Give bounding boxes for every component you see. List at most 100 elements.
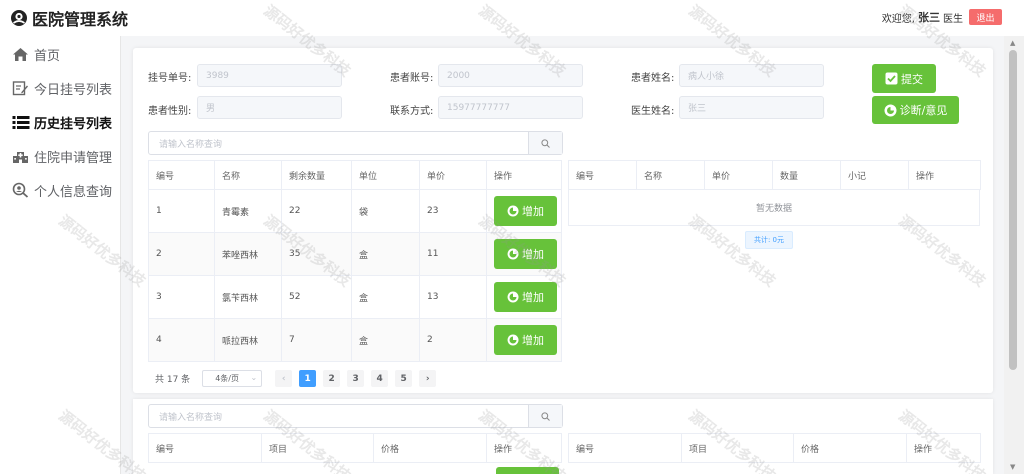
sidebar-item-history-registrations[interactable]: 历史挂号列表 (0, 105, 120, 139)
column-header: 编号 (148, 433, 262, 463)
patient-gender-field[interactable]: 男 (197, 96, 342, 119)
patient-name-label: 患者姓名: (631, 73, 675, 84)
list-icon (12, 114, 30, 130)
medicine-search-box: 请输入名称查询 (148, 131, 563, 155)
column-header: 编号 (568, 433, 682, 463)
add-label: 增加 (522, 205, 544, 218)
sidebar-item-home[interactable]: 首页 (0, 37, 120, 71)
table-row: 1 青霉素 22 袋 23 增加 (148, 189, 562, 233)
phone-field[interactable]: 15977777777 (438, 96, 583, 119)
logout-button[interactable]: 退出 (969, 9, 1002, 25)
column-header: 单价 (704, 160, 773, 190)
cell-actions: 增加 (486, 275, 562, 319)
scrollbar-thumb[interactable] (1009, 50, 1017, 370)
total-tag: 共计: 0元 (745, 231, 793, 249)
user-name: 张三 (918, 11, 940, 24)
sidebar-item-label: 首页 (34, 48, 61, 64)
patient-account-label: 患者账号: (390, 73, 434, 84)
column-header: 价格 (793, 433, 907, 463)
diagnosis-button[interactable]: 诊断/意见 (872, 96, 959, 124)
checkbox-icon (885, 72, 898, 85)
item-search-box: 请输入名称查询 (148, 404, 563, 428)
top-bar: 医院管理系统 欢迎您, 张三 医生 退出 (0, 0, 1024, 36)
sidebar-item-today-registrations[interactable]: 今日挂号列表 (0, 71, 120, 105)
column-header: 数量 (772, 160, 841, 190)
column-header: 单价 (419, 160, 487, 190)
column-header: 操作 (906, 433, 981, 463)
pagination: 共 17 条 4条/页 ⌄ ‹ 1 2 3 4 5 › (155, 370, 437, 387)
page-button-1[interactable]: 1 (299, 370, 317, 387)
page-button-2[interactable]: 2 (323, 370, 341, 387)
cell-actions: 增加 (486, 318, 562, 362)
item-table: 编号 项目 价格 操作 (148, 433, 562, 463)
column-header: 项目 (681, 433, 794, 463)
cell-actions: 增加 (486, 189, 562, 233)
cell-stock: 22 (281, 189, 352, 233)
cell-id: 4 (148, 318, 215, 362)
prev-page-button[interactable]: ‹ (275, 370, 293, 387)
cell-unit: 袋 (351, 189, 420, 233)
cell-stock: 52 (281, 275, 352, 319)
sidebar-item-label: 今日挂号列表 (34, 82, 113, 98)
hospital-icon (12, 148, 30, 164)
doctor-name-field[interactable]: 张三 (679, 96, 824, 119)
page-scrollbar[interactable]: ▲ ▼ (1004, 36, 1024, 474)
search-icon (541, 411, 550, 421)
add-medicine-button[interactable]: 增加 (494, 282, 557, 312)
pagination-total: 共 17 条 (155, 375, 191, 385)
patient-name-field[interactable]: 病人小徐 (679, 64, 824, 87)
scroll-down-icon[interactable]: ▼ (1010, 463, 1015, 471)
selected-medicine-table: 编号 名称 单价 数量 小记 操作 (568, 160, 981, 190)
medicine-search-input[interactable]: 请输入名称查询 (149, 137, 528, 150)
cell-unit: 盒 (351, 275, 420, 319)
column-header: 名称 (214, 160, 282, 190)
sidebar-item-hospitalization[interactable]: 住院申请管理 (0, 139, 120, 173)
cell-id: 1 (148, 189, 215, 233)
page-button-4[interactable]: 4 (371, 370, 389, 387)
table-header-row: 编号 项目 价格 操作 (568, 433, 981, 463)
medicine-table: 编号 名称 剩余数量 单位 单价 操作 1 青霉素 22 袋 23 增加 2 苯… (148, 160, 562, 362)
brand: 医院管理系统 (10, 6, 128, 30)
phone-label: 联系方式: (390, 106, 434, 117)
submit-button[interactable]: 提交 (872, 64, 936, 93)
sidebar-item-personal-info[interactable]: 个人信息查询 (0, 173, 120, 207)
column-header: 操作 (908, 160, 981, 190)
table-header-row: 编号 名称 单价 数量 小记 操作 (568, 160, 981, 190)
add-medicine-button[interactable]: 增加 (494, 239, 557, 269)
sidebar-item-label: 住院申请管理 (34, 150, 113, 166)
page-button-3[interactable]: 3 (347, 370, 365, 387)
next-page-button[interactable]: › (419, 370, 437, 387)
page-button-5[interactable]: 5 (395, 370, 413, 387)
add-medicine-button[interactable]: 增加 (494, 196, 557, 226)
add-medicine-button[interactable]: 增加 (494, 325, 557, 355)
column-header: 名称 (636, 160, 705, 190)
app-title: 医院管理系统 (32, 10, 129, 29)
cell-name: 氯苄西林 (214, 275, 282, 319)
search-icon (541, 138, 550, 148)
patient-account-field[interactable]: 2000 (438, 64, 583, 87)
selected-item-table: 编号 项目 价格 操作 (568, 433, 981, 463)
cell-actions: 增加 (486, 232, 562, 276)
cell-stock: 35 (281, 232, 352, 276)
add-icon (507, 248, 519, 260)
medicine-search-button[interactable] (528, 132, 562, 154)
add-item-button[interactable] (496, 467, 559, 474)
column-header: 操作 (486, 433, 562, 463)
add-icon (507, 291, 519, 303)
add-label: 增加 (522, 291, 544, 304)
sidebar: 首页 今日挂号列表 历史挂号列表 住院申请管理 个人信息查询 (0, 36, 121, 474)
page-size-select[interactable]: 4条/页 ⌄ (202, 370, 263, 387)
user-role: 医生 (943, 13, 963, 25)
cell-price: 2 (419, 318, 487, 362)
scroll-up-icon[interactable]: ▲ (1010, 39, 1015, 47)
hospital-logo-icon (11, 10, 27, 26)
reg-no-field[interactable]: 3989 (197, 64, 342, 87)
column-header: 单位 (351, 160, 420, 190)
table-row: 3 氯苄西林 52 盒 13 增加 (148, 275, 562, 319)
cell-id: 2 (148, 232, 215, 276)
item-search-input[interactable]: 请输入名称查询 (149, 410, 528, 423)
patient-gender-label: 患者性别: (148, 106, 192, 117)
cell-price: 23 (419, 189, 487, 233)
cell-name: 苯唑西林 (214, 232, 282, 276)
item-search-button[interactable] (528, 405, 562, 427)
